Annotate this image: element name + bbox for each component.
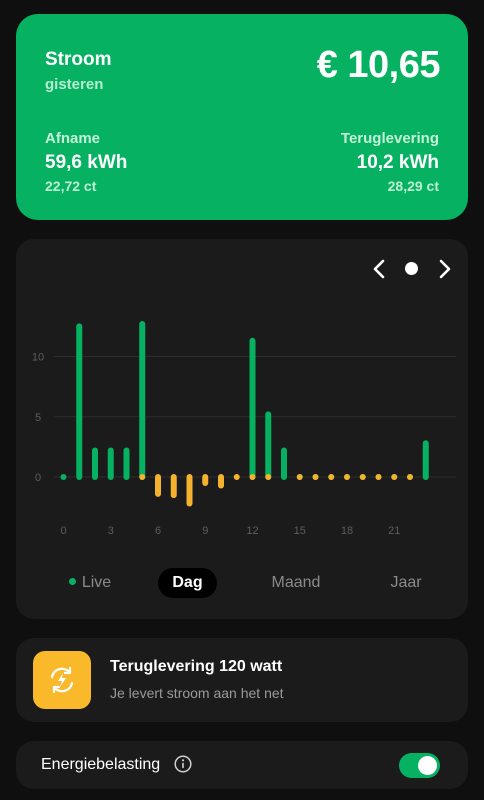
bar-teruglevering	[170, 474, 177, 499]
x-tick-label: 6	[155, 525, 161, 537]
y-tick-label: 5	[35, 412, 41, 424]
afname-price: 22,72 ct	[45, 178, 97, 194]
bar-afname	[76, 323, 83, 480]
tab-live[interactable]: Live	[60, 568, 120, 598]
teruglevering-title: Teruglevering 120 watt	[110, 658, 283, 675]
bar-teruglevering	[202, 474, 209, 487]
summary-title: Stroom	[45, 49, 112, 70]
teruglevering-label: Teruglevering	[340, 130, 439, 147]
bar-afname	[422, 440, 429, 480]
chart-card: 10 5 0 0 3 6 9 12 15 18 21 Live Dag Maand Jaar	[16, 239, 468, 619]
teruglevering-price: 28,29 ct	[387, 178, 439, 194]
energy-return-icon	[33, 651, 91, 709]
x-tick-label: 18	[341, 525, 353, 537]
info-icon[interactable]	[174, 755, 192, 773]
teruglevering-card[interactable]: Teruglevering 120 watt Je levert stroom …	[16, 638, 468, 722]
bar-afname	[123, 447, 130, 480]
bar-afname	[60, 474, 67, 480]
bar-teruglevering	[344, 474, 350, 480]
bar-afname	[281, 447, 287, 480]
dot-icon[interactable]	[405, 262, 418, 275]
bar-afname	[107, 447, 114, 480]
bar-teruglevering	[375, 474, 382, 480]
bar-teruglevering	[233, 474, 240, 480]
bar-teruglevering	[249, 474, 256, 480]
usage-chart: 10 5 0 0 3 6 9 12 15 18 21	[32, 320, 456, 537]
bar-teruglevering	[139, 474, 146, 480]
bar-afname	[249, 337, 256, 480]
chevron-left-icon[interactable]	[368, 257, 392, 281]
bar-teruglevering	[407, 474, 413, 480]
teruglevering-value: 10,2 kWh	[356, 152, 439, 173]
bar-teruglevering	[155, 474, 161, 497]
x-tick-label: 21	[388, 525, 400, 537]
x-tick-label: 15	[294, 525, 306, 537]
afname-value: 59,6 kWh	[45, 152, 128, 173]
period-tabs: Live Dag Maand Jaar	[16, 566, 468, 600]
tab-jaar[interactable]: Jaar	[381, 568, 431, 598]
energiebelasting-toggle[interactable]	[399, 753, 440, 778]
x-tick-label: 12	[246, 525, 258, 537]
x-tick-label: 3	[108, 525, 114, 537]
bar-teruglevering	[328, 474, 335, 480]
bar-afname	[265, 411, 272, 480]
live-indicator-icon	[68, 578, 76, 586]
tab-live-label: Live	[81, 574, 112, 591]
bar-teruglevering	[391, 474, 398, 480]
chevron-right-icon[interactable]	[432, 257, 456, 281]
bar-teruglevering	[265, 474, 272, 480]
bar-teruglevering	[218, 474, 224, 489]
bar-teruglevering	[186, 474, 193, 507]
tab-maand[interactable]: Maand	[261, 568, 331, 598]
tab-dag[interactable]: Dag	[158, 568, 217, 598]
y-tick-label: 0	[35, 472, 41, 484]
energiebelasting-row: Energiebelasting	[16, 741, 468, 789]
teruglevering-subtitle: Je levert stroom aan het net	[110, 685, 284, 701]
toggle-knob	[418, 756, 437, 775]
bar-teruglevering	[312, 474, 319, 480]
bar-afname	[139, 320, 146, 480]
energiebelasting-label: Energiebelasting	[41, 756, 161, 773]
bar-teruglevering	[359, 474, 366, 480]
x-tick-label: 9	[202, 525, 208, 537]
bar-teruglevering	[296, 474, 303, 480]
summary-card: Stroom gisteren € 10,65 Afname 59,6 kWh …	[16, 14, 468, 220]
summary-amount: € 10,65	[316, 44, 441, 86]
x-tick-label: 0	[60, 525, 66, 537]
summary-period: gisteren	[45, 76, 104, 93]
afname-label: Afname	[45, 130, 101, 147]
y-tick-label: 10	[32, 352, 44, 364]
bar-afname	[92, 447, 98, 480]
